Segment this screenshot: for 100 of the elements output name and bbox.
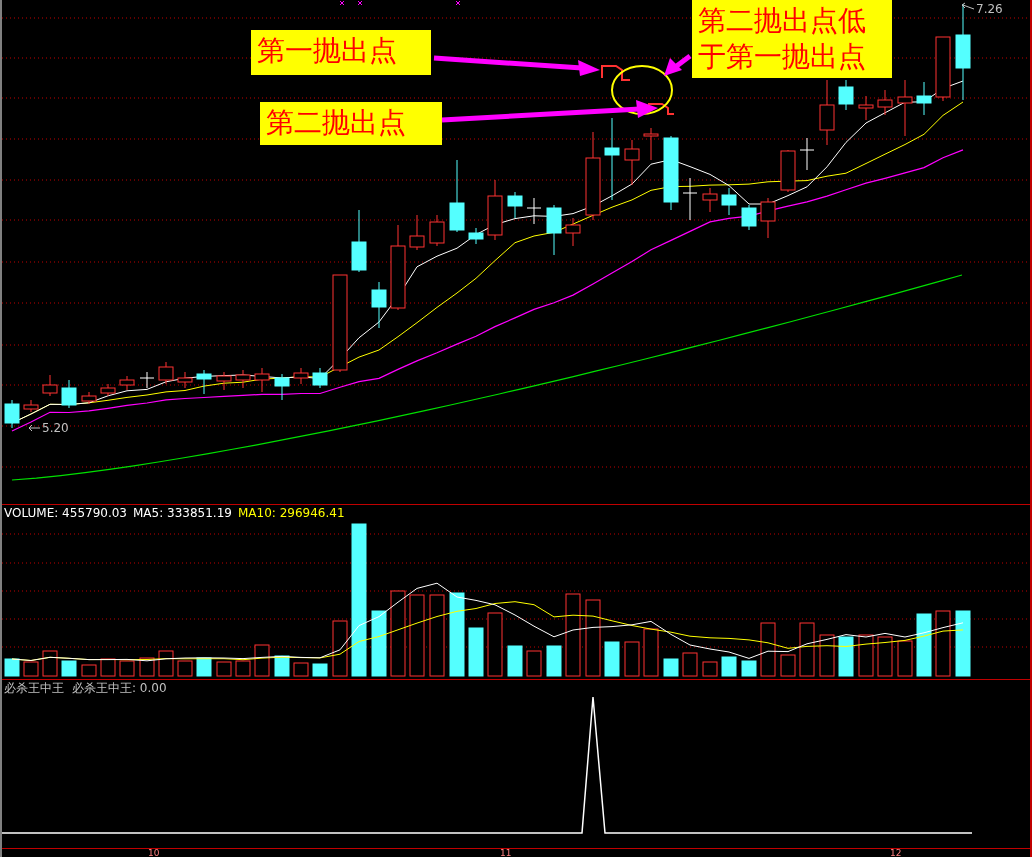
cross-marker bbox=[357, 0, 363, 6]
candlestick bbox=[119, 375, 135, 391]
arrow-left-icon bbox=[960, 2, 974, 10]
candlestick bbox=[897, 79, 913, 137]
candlestick bbox=[216, 371, 232, 391]
candlestick bbox=[721, 187, 737, 216]
candlestick bbox=[935, 36, 951, 102]
candlestick bbox=[81, 391, 97, 405]
volume-bar bbox=[196, 657, 212, 677]
candlestick bbox=[526, 197, 542, 225]
volume-bar bbox=[100, 658, 116, 677]
volume-bar bbox=[858, 634, 874, 677]
candlestick bbox=[702, 187, 718, 213]
candlestick bbox=[877, 89, 893, 116]
volume-bar bbox=[877, 636, 893, 677]
volume-bar bbox=[42, 650, 58, 677]
volume-bar bbox=[507, 645, 523, 677]
candlestick bbox=[780, 149, 796, 193]
volume-bar bbox=[760, 622, 776, 677]
volume-bar bbox=[254, 644, 270, 677]
cross-marker bbox=[339, 0, 345, 6]
axis-label: 12 bbox=[890, 849, 902, 857]
volume-bar bbox=[312, 663, 328, 677]
volume-bar bbox=[216, 661, 232, 677]
volume-bar bbox=[819, 634, 835, 677]
candlestick bbox=[819, 79, 835, 146]
bracket-mark bbox=[601, 65, 631, 81]
volume-bar bbox=[487, 612, 503, 677]
annotation-label: 第二抛出点低于第一抛出点 bbox=[692, 0, 892, 78]
candlestick bbox=[799, 137, 815, 171]
volume-bar bbox=[897, 640, 913, 677]
volume-bar bbox=[119, 660, 135, 677]
candlestick bbox=[682, 177, 698, 221]
candlestick bbox=[643, 127, 659, 161]
volume-legend: VOLUME: 455790.03 bbox=[4, 506, 127, 520]
candlestick bbox=[624, 139, 640, 186]
volume-bar bbox=[682, 652, 698, 677]
indicator-legend: 必杀王中王: 0.00 bbox=[72, 681, 167, 695]
candlestick bbox=[274, 373, 290, 401]
volume-bar bbox=[663, 658, 679, 677]
volume-bar bbox=[235, 660, 251, 677]
candlestick bbox=[409, 214, 425, 251]
candlestick bbox=[23, 399, 39, 413]
candlestick bbox=[158, 361, 174, 385]
candlestick bbox=[100, 383, 116, 397]
candlestick bbox=[916, 81, 932, 116]
candlestick bbox=[254, 367, 270, 393]
candlestick bbox=[507, 191, 523, 219]
volume-bar bbox=[81, 664, 97, 677]
pointer-arrow bbox=[664, 54, 692, 76]
volume-bar bbox=[624, 641, 640, 677]
volume-bar bbox=[468, 627, 484, 677]
candlestick bbox=[468, 227, 484, 245]
candlestick bbox=[858, 95, 874, 121]
volume-bar bbox=[274, 655, 290, 677]
candlestick bbox=[487, 179, 503, 241]
candlestick bbox=[177, 371, 193, 389]
candlestick bbox=[565, 217, 581, 247]
annotation-label: 第一抛出点 bbox=[251, 30, 431, 75]
bracket-mark bbox=[647, 103, 675, 115]
candlestick bbox=[741, 204, 757, 231]
volume-bar bbox=[721, 656, 737, 677]
volume-bar bbox=[177, 660, 193, 677]
volume-bar bbox=[4, 658, 20, 677]
annotation-label: 第二抛出点 bbox=[260, 102, 442, 145]
candlestick bbox=[546, 204, 562, 256]
volume-bar bbox=[293, 662, 309, 677]
price-label: 5.20 bbox=[42, 421, 69, 435]
candlestick bbox=[429, 214, 445, 247]
volume-bar bbox=[158, 650, 174, 677]
indicator-legend: 必杀王中王 bbox=[4, 681, 64, 695]
volume-bar bbox=[799, 622, 815, 677]
volume-bar bbox=[955, 610, 971, 677]
candlestick bbox=[312, 367, 328, 389]
highlight-ellipse bbox=[611, 65, 673, 115]
volume-bar bbox=[526, 650, 542, 677]
axis-label: 11 bbox=[500, 849, 512, 857]
volume-legend: MA5: 333851.19 bbox=[133, 506, 232, 520]
volume-bar bbox=[61, 660, 77, 677]
volume-legend: MA10: 296946.41 bbox=[237, 506, 345, 520]
candlestick bbox=[760, 197, 776, 239]
volume-bar bbox=[702, 661, 718, 677]
candlestick bbox=[61, 379, 77, 409]
candlestick bbox=[4, 399, 20, 429]
volume-bar bbox=[780, 654, 796, 677]
candlestick bbox=[235, 369, 251, 389]
candlestick bbox=[293, 367, 309, 385]
price-label: 7.26 bbox=[976, 2, 1003, 16]
candlestick bbox=[371, 281, 387, 329]
volume-bar bbox=[604, 641, 620, 677]
candlestick bbox=[42, 374, 58, 397]
candlestick bbox=[351, 209, 367, 273]
volume-bar bbox=[546, 645, 562, 677]
volume-bar bbox=[139, 657, 155, 677]
volume-bar bbox=[332, 620, 348, 677]
cross-marker bbox=[455, 0, 461, 6]
volume-bar bbox=[741, 660, 757, 677]
volume-bar bbox=[23, 661, 39, 677]
volume-bar bbox=[916, 613, 932, 677]
axis-label: 10 bbox=[148, 849, 160, 857]
